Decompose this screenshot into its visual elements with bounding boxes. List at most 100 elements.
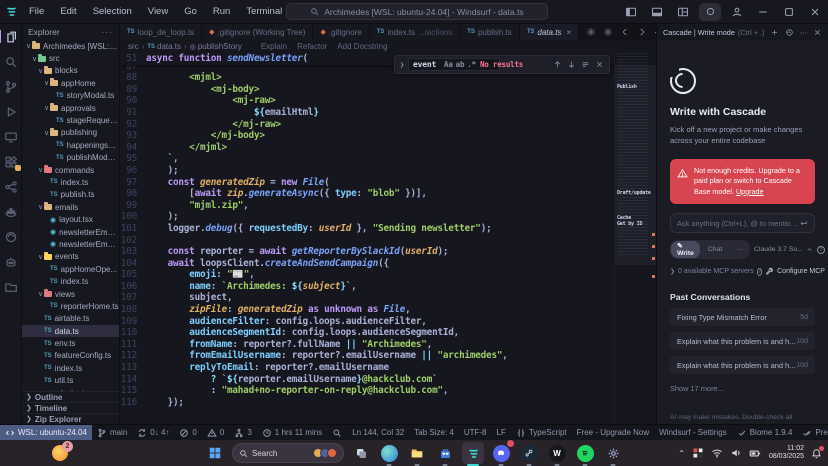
library-icon[interactable] (4, 280, 18, 294)
status-0-4-[interactable]: 0↓ 4↑ (132, 425, 174, 440)
menu-view[interactable]: View (141, 4, 175, 19)
cascade-icon[interactable] (699, 3, 721, 21)
tree-item-layout-tsx[interactable]: ◉layout.tsx (22, 213, 119, 225)
tree-item-publishmodal-[interactable]: TSpublishModal... (22, 152, 119, 164)
tray-expand-icon[interactable]: ⌃ (678, 449, 685, 458)
tree-item-events[interactable]: ∨events (22, 251, 119, 263)
volume-icon[interactable] (730, 447, 742, 459)
find-option-ab[interactable]: ab (456, 60, 465, 69)
run-debug-icon[interactable] (4, 105, 18, 119)
taskbar-app-spotify[interactable] (574, 442, 596, 464)
codelens-explain[interactable]: Explain (261, 42, 287, 51)
section-outline[interactable]: ❯Outline (22, 391, 119, 402)
taskbar-search[interactable]: Search (232, 443, 344, 463)
conversation-item[interactable]: Fixing Type Mismatch Error5d (670, 308, 815, 326)
gear-icon[interactable] (586, 27, 596, 37)
taskbar-app-settings[interactable] (602, 442, 624, 464)
tree-item-publishing[interactable]: ∨publishing (22, 127, 119, 139)
find-expand-icon[interactable]: ❯ (400, 61, 404, 69)
write-mode-button[interactable]: ✎ Write (671, 241, 700, 258)
tree-item-archimedes-wsl-ubunt-[interactable]: ∨Archimedes [WSL: ubunt... (22, 40, 119, 52)
tree-item-happeningsm-[interactable]: TShappeningsM... (22, 139, 119, 151)
taskbar-app-edge[interactable] (378, 442, 400, 464)
tab-index-ts[interactable]: TSindex.ts.../actions (370, 24, 461, 40)
command-center-search[interactable]: Archimedes [WSL: ubuntu-24.04] - Windsur… (286, 3, 548, 20)
back-arrow-icon[interactable] (620, 27, 630, 37)
upgrade-link[interactable]: Upgrade (736, 187, 764, 196)
taskbar-app-file-explorer[interactable] (406, 442, 428, 464)
minimap[interactable]: PublishDraft/updateCacheGet by ID (614, 53, 656, 424)
tab--gitignore-working-tree-[interactable]: ◆.gitignore (Working Tree) (202, 24, 313, 40)
docker-icon[interactable] (4, 205, 18, 219)
status-utf-8[interactable]: UTF-8 (459, 425, 492, 440)
conversation-item[interactable]: Explain what this problem is and h...10d (670, 332, 815, 350)
maximize-icon[interactable] (776, 0, 802, 23)
show-more-link[interactable]: Show 17 more... (670, 384, 815, 393)
notification-bell-icon[interactable] (811, 448, 822, 459)
tree-item-storymodal-ts[interactable]: TSstoryModal.ts (22, 90, 119, 102)
layout-icon[interactable] (670, 0, 696, 23)
status-0[interactable]: 0 (202, 425, 229, 440)
panel-bottom-icon[interactable] (644, 0, 670, 23)
taskbar-app-steam[interactable] (518, 442, 540, 464)
status-prettier[interactable]: Prettier (797, 425, 828, 440)
taskbar-app-microsoft-store[interactable] (434, 442, 456, 464)
status-3[interactable]: 3 (229, 425, 256, 440)
tab-publish-ts[interactable]: TSpublish.ts (460, 24, 519, 40)
menu-edit[interactable]: Edit (53, 4, 83, 19)
menu-run[interactable]: Run (206, 4, 237, 19)
tree-item-commands[interactable]: ∨commands (22, 164, 119, 176)
tree-item-stagerequest-[interactable]: TSstageRequest... (22, 114, 119, 126)
help-icon[interactable]: ? (817, 246, 825, 254)
forward-arrow-icon[interactable] (637, 27, 647, 37)
tree-item-publish-ts[interactable]: TSpublish.ts (22, 189, 119, 201)
explorer-more-icon[interactable]: ··· (102, 27, 114, 37)
tree-item-index-ts[interactable]: TSindex.ts (22, 176, 119, 188)
extensions-icon[interactable] (4, 155, 18, 169)
tree-item-airtable-ts[interactable]: TSairtable.ts (22, 313, 119, 325)
tree-item-index-ts[interactable]: TSindex.ts (22, 362, 119, 374)
taskbar-app-discord[interactable] (490, 442, 512, 464)
panel-left-icon[interactable] (618, 0, 644, 23)
tree-item-approvals[interactable]: ∨approvals (22, 102, 119, 114)
tree-item-emails[interactable]: ∨emails (22, 201, 119, 213)
tab-loop-de-loop-ts[interactable]: TSloop_de_loop.ts (120, 24, 202, 40)
tab-data-ts[interactable]: TSdata.ts× (520, 24, 579, 40)
status-windsurf-settings[interactable]: Windsurf - Settings (654, 425, 732, 440)
codelens-add-docstring[interactable]: Add Docstring (337, 42, 387, 51)
widgets-button[interactable]: 2 (52, 445, 68, 461)
find-nav[interactable] (553, 60, 604, 69)
breadcrumb-item-publishstory[interactable]: ◎publishStory (190, 42, 242, 51)
tree-item-newsletteremai-[interactable]: ◉newsletterEmai... (22, 226, 119, 238)
conversation-item[interactable]: Explain what this problem is and h...10d (670, 356, 815, 374)
section-timeline[interactable]: ❯Timeline (22, 402, 119, 413)
status-tab-size-4[interactable]: Tab Size: 4 (409, 425, 459, 440)
tree-item-data-ts[interactable]: TSdata.ts (22, 325, 119, 337)
plus-icon[interactable] (770, 28, 779, 37)
codelens-refactor[interactable]: Refactor (297, 42, 327, 51)
chat-mode-button[interactable]: Chat (702, 245, 728, 254)
close-icon[interactable] (813, 28, 822, 37)
taskbar-app-wacom[interactable]: W (546, 442, 568, 464)
tree-item-newsletteremai-[interactable]: ◉newsletterEmai... (22, 238, 119, 250)
menu-selection[interactable]: Selection (86, 4, 139, 19)
menu-file[interactable]: File (22, 4, 51, 19)
taskbar-clock[interactable]: 11:02 08/03/2025 (769, 445, 804, 462)
cascade-prompt-input[interactable]: Ask anything (Ctrl+L), @ to mention co (670, 213, 815, 233)
tree-item-index-ts[interactable]: TSindex.ts (22, 275, 119, 287)
battery-icon[interactable] (749, 447, 762, 460)
status-main[interactable]: main (92, 425, 132, 440)
tree-item-reporterhome-ts[interactable]: TSreporterHome.ts (22, 300, 119, 312)
mode-more-button[interactable]: ··· (730, 245, 749, 254)
tree-item-blocks[interactable]: ∨blocks (22, 65, 119, 77)
status-0[interactable]: 0 (174, 425, 201, 440)
split-editor-icon[interactable] (603, 27, 613, 37)
model-selector[interactable]: Claude 3.7 So... (754, 246, 813, 253)
search-icon[interactable] (4, 55, 18, 69)
tree-item-featureconfig-ts[interactable]: TSfeatureConfig.ts (22, 350, 119, 362)
explorer-icon[interactable] (4, 30, 18, 44)
taskbar-app-windsurf[interactable] (462, 442, 484, 464)
status-ln-144-col-32[interactable]: Ln 144, Col 32 (347, 425, 409, 440)
account-icon[interactable] (724, 0, 750, 23)
start-button[interactable] (204, 442, 226, 464)
